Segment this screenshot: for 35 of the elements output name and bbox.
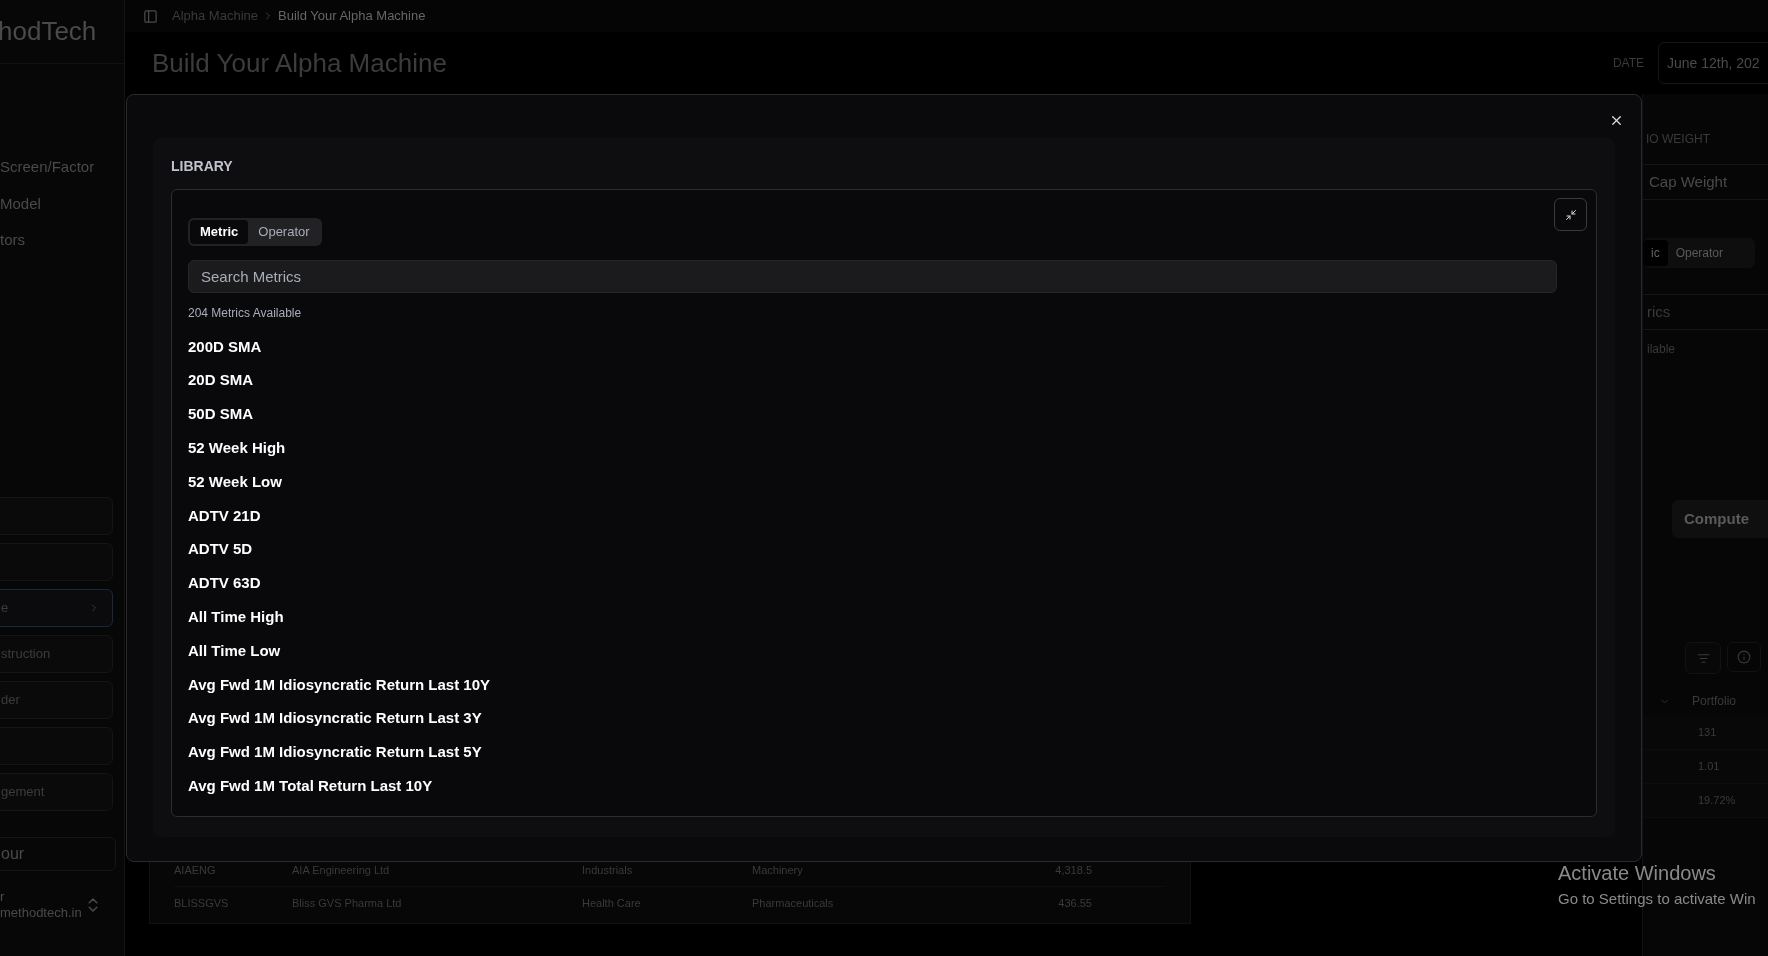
metric-item[interactable]: ADTV 63D bbox=[188, 566, 261, 601]
metric-item[interactable]: 52 Week Low bbox=[188, 465, 282, 499]
metrics-count: 204 Metrics Available bbox=[188, 305, 302, 322]
metric-item[interactable]: Avg Fwd 1M Idiosyncratic Return Last 5Y bbox=[188, 735, 482, 770]
tab[interactable]: Operator bbox=[248, 220, 320, 244]
sidebar-toggle-icon[interactable] bbox=[143, 8, 158, 24]
info-icon bbox=[1737, 650, 1751, 664]
tab[interactable]: ic bbox=[1643, 240, 1668, 266]
collapse-icon bbox=[1564, 208, 1577, 221]
metric-item[interactable]: Avg Fwd 1M Idiosyncratic Return Last 10Y bbox=[188, 667, 490, 702]
filter-button[interactable] bbox=[1685, 642, 1721, 674]
search-field[interactable]: Search Metrics bbox=[188, 260, 1557, 293]
metric-item[interactable]: Avg Fwd 1M Total Return Last 10Y bbox=[188, 769, 433, 804]
activation-text: Go to Settings to activate Win bbox=[1558, 889, 1756, 909]
logo-text: hodTech bbox=[0, 15, 97, 48]
metric-item[interactable]: ADTV 21D bbox=[188, 499, 261, 533]
breadcrumb-item: Build Your Alpha Machine bbox=[278, 7, 426, 26]
metric-item[interactable]: All Time High bbox=[188, 600, 284, 635]
metric-item[interactable]: 50D SMA bbox=[188, 397, 254, 432]
tab[interactable]: Metric bbox=[190, 220, 249, 244]
user-name: r bbox=[0, 888, 6, 905]
metric-item[interactable]: Avg Fwd 1M Idiosyncratic Return Last 3Y bbox=[188, 701, 482, 736]
metric-item[interactable]: All Time Low bbox=[188, 634, 281, 668]
filter-icon bbox=[1696, 651, 1710, 665]
user-email: methodtech.in bbox=[0, 904, 82, 921]
section-title: LIBRARY bbox=[171, 157, 234, 176]
metric-item[interactable]: 52 Week High bbox=[188, 431, 286, 466]
metric-item[interactable]: 20D SMA bbox=[188, 363, 254, 398]
info-button[interactable] bbox=[1727, 642, 1761, 672]
date-label: DATE bbox=[1612, 55, 1644, 72]
metric-item[interactable]: 200D SMA bbox=[188, 330, 262, 364]
page-title: Build Your Alpha Machine bbox=[152, 46, 447, 80]
activation-title: Activate Windows bbox=[1558, 861, 1717, 886]
metric-item[interactable]: ADTV 5D bbox=[188, 532, 253, 567]
collapse-button[interactable] bbox=[1554, 198, 1587, 231]
